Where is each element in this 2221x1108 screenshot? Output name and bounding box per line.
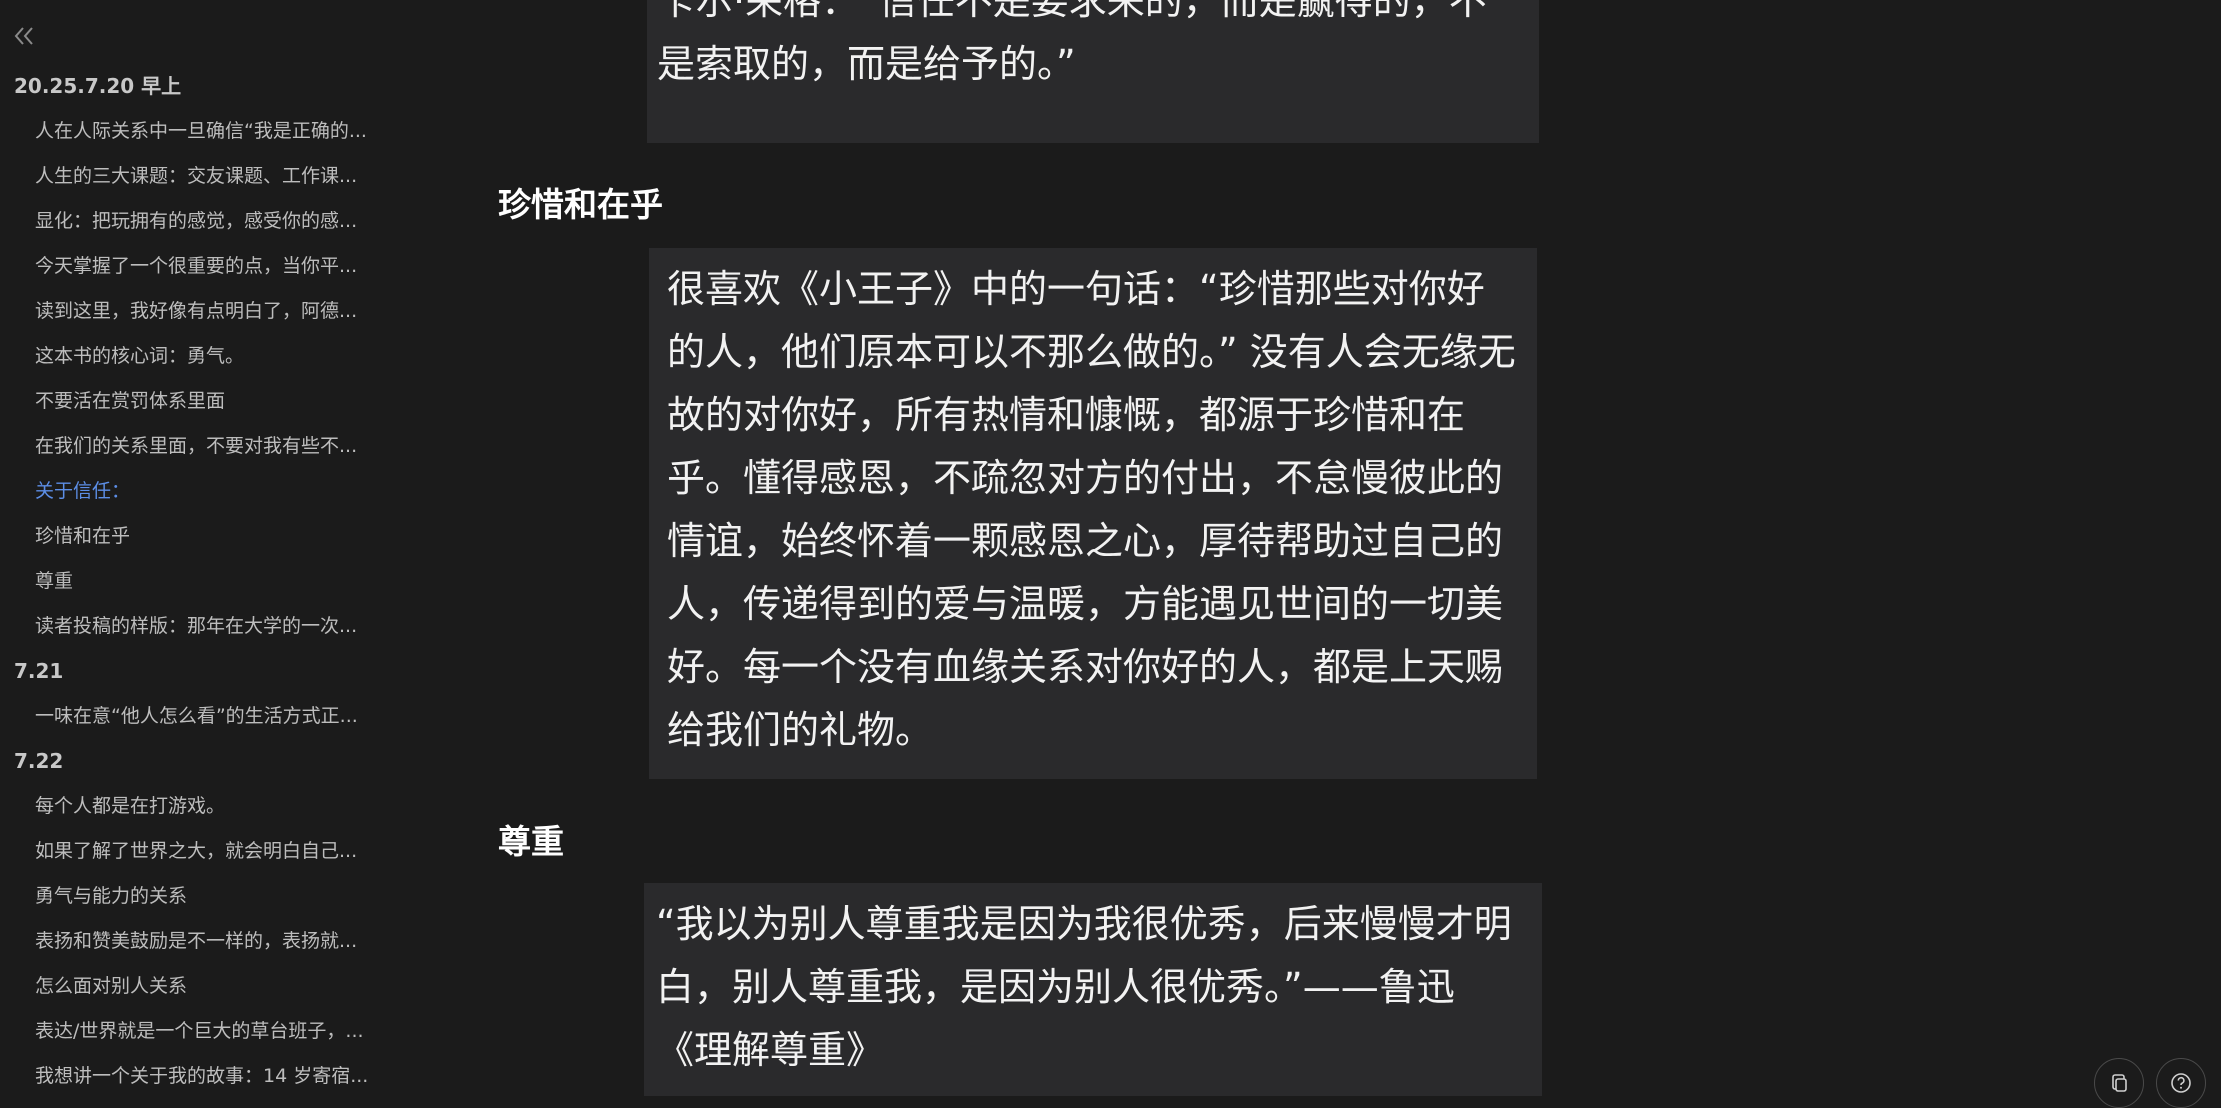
outline-heading-1[interactable]: 20.25.7.20 早上 — [0, 64, 460, 109]
double-chevron-left-icon — [14, 27, 33, 45]
section-heading-cherish: 珍惜和在乎 — [498, 185, 663, 224]
trust-quote-line: 是索取的，而是给予的。” — [657, 42, 1076, 86]
outline-item[interactable]: 人生的三大课题：交友课题、工作课... — [0, 154, 395, 199]
outline-item[interactable]: 读到这里，我好像有点明白了，阿德... — [0, 289, 395, 334]
outline-item[interactable]: 如果了解了世界之大，就会明白自己... — [0, 829, 395, 874]
outline-heading-1[interactable]: 7.22 — [0, 739, 460, 784]
outline-item[interactable]: 在我们的关系里面，不要对我有些不... — [0, 424, 395, 469]
collapse-sidebar-button[interactable] — [10, 22, 38, 50]
outline-item[interactable]: 人在人际关系中一旦确信“我是正确的... — [0, 109, 395, 154]
cherish-quote-text: 很喜欢《小王子》中的一句话：“珍惜那些对你好的人，他们原本可以不那么做的。” 没… — [667, 267, 1516, 752]
outline-item[interactable]: 每个人都是在打游戏。 — [0, 784, 395, 829]
outline-item[interactable]: 珍惜和在乎 — [0, 514, 395, 559]
outline-item[interactable]: 怎么面对别人关系 — [0, 964, 395, 1009]
copy-icon — [2112, 1074, 2127, 1092]
cherish-quote-block: 很喜欢《小王子》中的一句话：“珍惜那些对你好的人，他们原本可以不那么做的。” 没… — [649, 248, 1537, 779]
respect-quote-text: “我以为别人尊重我是因为我很优秀，后来慢慢才明白，别人尊重我，是因为别人很优秀。… — [656, 902, 1512, 1072]
outline-item[interactable]: 我想讲一个关于我的故事：14 岁寄宿... — [0, 1054, 395, 1096]
help-icon — [2171, 1073, 2191, 1093]
outline-item[interactable]: 不要活在赏罚体系里面 — [0, 379, 395, 424]
outline-item[interactable]: 一味在意“他人怎么看”的生活方式正... — [0, 694, 395, 739]
outline-item[interactable]: 今天掌握了一个很重要的点，当你平... — [0, 244, 395, 289]
document-content: 卡尔·荣格：“信任不是要求来的，而是赢得的，不 是索取的，而是给予的。” 珍惜和… — [460, 0, 2221, 1096]
section-heading-respect: 尊重 — [498, 822, 564, 861]
outline-item[interactable]: 勇气与能力的关系 — [0, 874, 395, 919]
outline-item[interactable]: 表扬和赞美鼓励是不一样的，表扬就... — [0, 919, 395, 964]
respect-quote-block: “我以为别人尊重我是因为我很优秀，后来慢慢才明白，别人尊重我，是因为别人很优秀。… — [644, 883, 1542, 1096]
outline-item-active[interactable]: 关于信任： — [0, 469, 395, 514]
help-button[interactable] — [2156, 1058, 2206, 1108]
outline-item[interactable]: 读者投稿的样版：那年在大学的一次... — [0, 604, 395, 649]
outline-item[interactable]: 表达/世界就是一个巨大的草台班子，... — [0, 1009, 395, 1054]
outline-item[interactable]: 显化：把玩拥有的感觉，感受你的感... — [0, 199, 395, 244]
outline-item[interactable]: 这本书的核心词：勇气。 — [0, 334, 395, 379]
outline-list: 20.25.7.20 早上 人在人际关系中一旦确信“我是正确的... 人生的三大… — [0, 64, 460, 1096]
trust-quote-block: 卡尔·荣格：“信任不是要求来的，而是赢得的，不 是索取的，而是给予的。” — [647, 0, 1539, 143]
copy-button[interactable] — [2094, 1058, 2144, 1108]
outline-heading-1[interactable]: 7.21 — [0, 649, 460, 694]
trust-quote-line: 卡尔·荣格：“信任不是要求来的，而是赢得的，不 — [657, 0, 1487, 23]
outline-sidebar: 20.25.7.20 早上 人在人际关系中一旦确信“我是正确的... 人生的三大… — [0, 0, 460, 1096]
outline-item[interactable]: 尊重 — [0, 559, 395, 604]
